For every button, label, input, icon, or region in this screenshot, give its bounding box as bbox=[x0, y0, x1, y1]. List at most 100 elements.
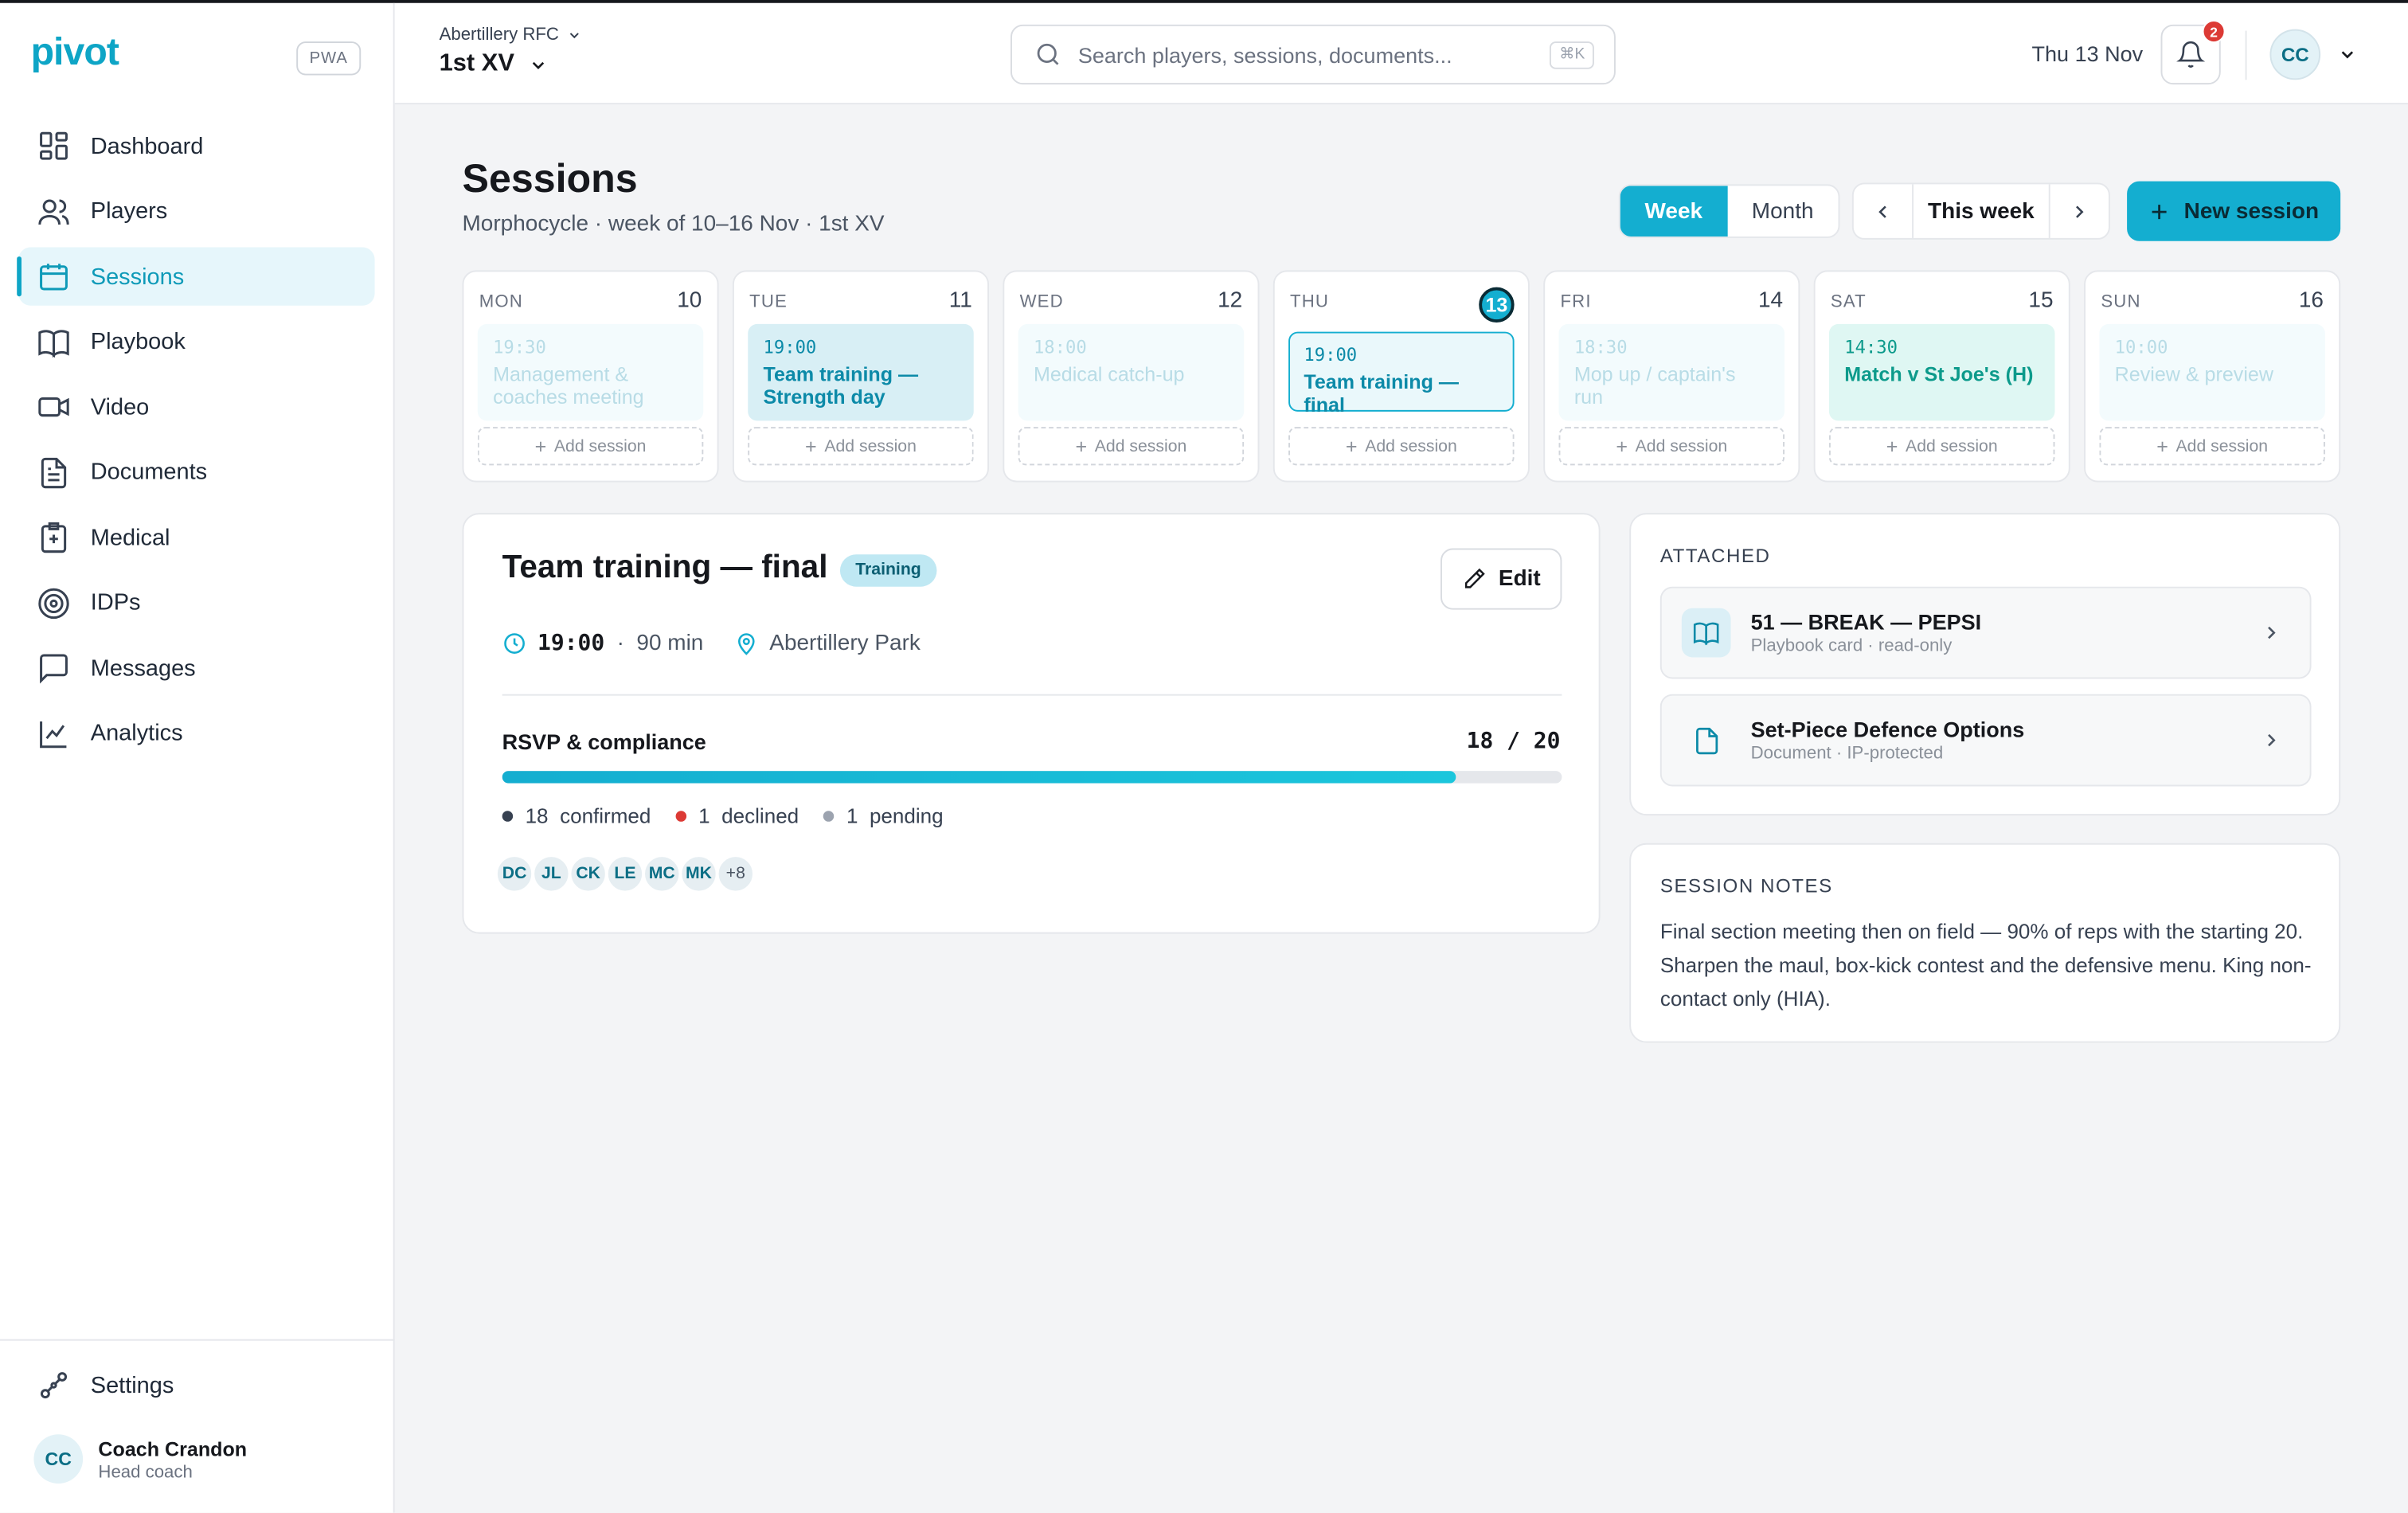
notes-text: Final section meeting then on field — 90… bbox=[1659, 920, 2312, 1011]
session-block[interactable]: 10:00 Review & preview bbox=[2099, 323, 2325, 421]
attachment-title: 51 — BREAK — PEPSI bbox=[1750, 609, 1982, 635]
avatar[interactable]: JL bbox=[531, 854, 572, 894]
add-session-button[interactable]: + Add session bbox=[1288, 427, 1515, 466]
day-number: 13 bbox=[1479, 287, 1515, 323]
view-month-button[interactable]: Month bbox=[1727, 186, 1838, 237]
document-icon bbox=[1681, 715, 1731, 765]
sidebar-item-dashboard[interactable]: Dashboard bbox=[18, 117, 374, 175]
book-icon bbox=[1681, 608, 1731, 658]
day-column-sun: SUN 16 10:00 Review & preview + Add session bbox=[2084, 270, 2341, 483]
day-column-thu: THU 13 19:00 Team training — final + Add sess… bbox=[1272, 270, 1530, 483]
search-shortcut: ⌘K bbox=[1550, 41, 1594, 69]
sidebar-item-analytics[interactable]: Analytics bbox=[18, 704, 374, 762]
notifications-button[interactable]: 2 bbox=[2160, 20, 2226, 85]
attached-heading: ATTACHED bbox=[1659, 545, 1771, 567]
attachment-item[interactable]: Set-Piece Defence Options Document · IP-… bbox=[1659, 694, 2312, 787]
sidebar-item-sessions[interactable]: Sessions bbox=[17, 247, 375, 306]
pwa-badge: PWA bbox=[296, 41, 362, 76]
sidebar-item-playbook[interactable]: Playbook bbox=[18, 312, 374, 370]
chevron-down-icon[interactable] bbox=[2337, 45, 2357, 65]
search-input[interactable] bbox=[1077, 42, 1524, 67]
prev-week-button[interactable] bbox=[1854, 184, 1912, 238]
add-session-button[interactable]: + Add session bbox=[748, 427, 974, 466]
add-session-label: Add session bbox=[824, 436, 917, 455]
next-week-button[interactable] bbox=[2050, 184, 2109, 238]
sidebar-item-video[interactable]: Video bbox=[18, 377, 374, 436]
session-name: Team training — Strength day bbox=[763, 362, 919, 409]
session-name: Team training — final bbox=[1304, 369, 1459, 416]
rsvp-progress-fill bbox=[502, 771, 1456, 784]
sidebar-item-label: Video bbox=[90, 393, 150, 420]
video-icon bbox=[38, 397, 69, 417]
session-block[interactable]: 19:00 Team training — Strength day bbox=[748, 323, 974, 421]
sidebar-item-medical[interactable]: Medical bbox=[18, 508, 374, 566]
session-duration: 90 min bbox=[636, 631, 704, 656]
day-name: THU bbox=[1290, 293, 1330, 312]
new-session-label: New session bbox=[2183, 198, 2320, 224]
attached-card: ATTACHED 51 — BREAK — PEPSI Playbook car… bbox=[1629, 513, 2341, 816]
new-session-button[interactable]: New session bbox=[2127, 181, 2341, 241]
sidebar-item-documents[interactable]: Documents bbox=[18, 443, 374, 501]
sidebar-item-players[interactable]: Players bbox=[18, 182, 374, 240]
edit-button[interactable]: Edit bbox=[1440, 548, 1562, 610]
attachment-title: Set-Piece Defence Options bbox=[1750, 717, 2025, 742]
add-session-button[interactable]: + Add session bbox=[1558, 427, 1785, 466]
session-block[interactable]: 19:30 Management & coaches meeting bbox=[477, 323, 704, 421]
current-range-button[interactable]: This week bbox=[1912, 184, 2050, 238]
add-session-button[interactable]: + Add session bbox=[1828, 427, 2055, 466]
edit-label: Edit bbox=[1498, 566, 1541, 592]
avatar[interactable]: MK bbox=[678, 854, 719, 894]
plus-icon: + bbox=[1616, 434, 1628, 458]
user-profile[interactable]: CC Coach Crandon Head coach bbox=[33, 1434, 247, 1484]
location-pin-icon bbox=[738, 633, 755, 655]
day-number: 11 bbox=[948, 288, 972, 314]
sidebar-item-idps[interactable]: IDPs bbox=[18, 573, 374, 631]
day-number: 15 bbox=[2028, 288, 2054, 314]
avatar[interactable]: CK bbox=[568, 854, 608, 894]
avatar[interactable]: CC bbox=[2269, 29, 2321, 80]
session-block[interactable]: 18:00 Medical catch-up bbox=[1018, 323, 1245, 421]
club-selector[interactable]: Abertillery RFC bbox=[440, 26, 582, 45]
sidebar-item-label: Messages bbox=[90, 655, 196, 682]
legend-declined: 1 declined bbox=[675, 805, 799, 828]
sidebar: pivot PWA Dashboard Players Sessions Pla… bbox=[0, 2, 395, 1513]
more-attendees-badge[interactable]: +8 bbox=[715, 854, 756, 894]
session-time: 18:30 bbox=[1573, 336, 1628, 358]
sidebar-item-label: Documents bbox=[90, 459, 208, 486]
add-session-button[interactable]: + Add session bbox=[477, 427, 704, 466]
pending-count: 1 bbox=[846, 804, 858, 828]
view-week-button[interactable]: Week bbox=[1620, 186, 1727, 237]
day-name: MON bbox=[479, 293, 523, 312]
app-logo[interactable]: pivot bbox=[31, 31, 119, 76]
session-name: Match v St Joe's (H) bbox=[1844, 362, 2034, 386]
sidebar-item-messages[interactable]: Messages bbox=[18, 639, 374, 697]
plus-icon: + bbox=[1345, 434, 1358, 458]
add-session-label: Add session bbox=[553, 436, 647, 455]
avatar[interactable]: LE bbox=[604, 854, 646, 894]
notification-badge: 2 bbox=[2202, 20, 2226, 44]
week-navigator: This week bbox=[1851, 182, 2110, 240]
sidebar-item-settings[interactable]: Settings bbox=[37, 1368, 174, 1402]
session-block[interactable]: 19:00 Team training — final bbox=[1288, 331, 1515, 416]
session-block[interactable]: 14:30 Match v St Joe's (H) bbox=[1828, 323, 2055, 421]
avatar[interactable]: MC bbox=[642, 854, 682, 894]
search-box[interactable]: ⌘K bbox=[1010, 24, 1616, 85]
day-number: 16 bbox=[2298, 288, 2324, 314]
confirmed-label: confirmed bbox=[560, 804, 651, 828]
topbar: Abertillery RFC 1st XV ⌘K Thu 13 Nov 2 C… bbox=[394, 2, 2408, 105]
search-icon bbox=[1037, 43, 1059, 65]
add-session-button[interactable]: + Add session bbox=[1018, 427, 1245, 466]
dashboard-icon bbox=[40, 131, 68, 160]
day-name: WED bbox=[1019, 293, 1064, 312]
session-title: Team training — final bbox=[502, 549, 828, 585]
meta-separator: · bbox=[616, 631, 624, 656]
chart-icon bbox=[40, 720, 67, 748]
attachment-item[interactable]: 51 — BREAK — PEPSI Playbook card · read-… bbox=[1659, 586, 2312, 679]
avatar[interactable]: DC bbox=[494, 854, 535, 894]
team-selector[interactable]: 1st XV bbox=[440, 51, 549, 79]
add-session-button[interactable]: + Add session bbox=[2099, 427, 2325, 466]
session-name: Review & preview bbox=[2114, 362, 2273, 386]
session-block[interactable]: 18:30 Mop up / captain's run bbox=[1558, 323, 1785, 421]
sidebar-item-label: Analytics bbox=[90, 720, 183, 747]
plus-icon: + bbox=[1886, 434, 1898, 458]
